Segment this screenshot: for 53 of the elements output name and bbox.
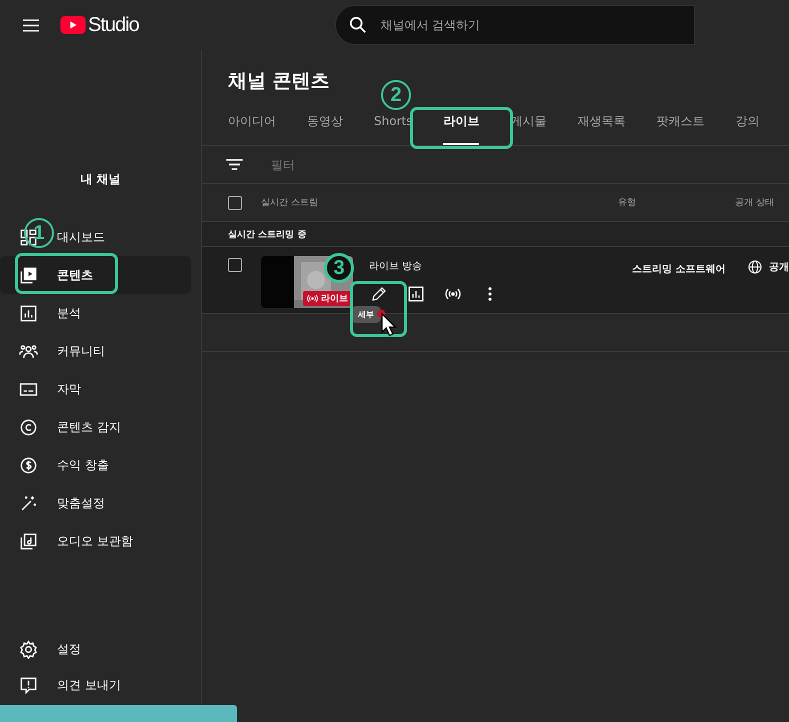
tab[interactable]: 라이브	[443, 98, 480, 145]
filter-icon[interactable]	[226, 159, 243, 170]
bar-chart-icon[interactable]	[407, 285, 425, 303]
tab[interactable]: 재생목록	[577, 98, 626, 145]
sidebar-item[interactable]: 분석	[57, 304, 81, 322]
bar-chart-icon	[19, 304, 38, 322]
channel-label: 내 채널	[79, 171, 122, 188]
checkbox[interactable]	[228, 258, 242, 272]
logo-text: Studio	[88, 14, 139, 36]
sidebar-item[interactable]: 맞춤설정	[57, 494, 105, 512]
tab[interactable]: 팟캐스트	[656, 98, 704, 145]
video-title[interactable]: 라이브 방송	[369, 259, 422, 273]
search-bar[interactable]: 채널에서 검색하기	[334, 5, 695, 45]
sidebar-item[interactable]: 오디오 보관함	[57, 532, 133, 550]
tab[interactable]: 아이디어	[228, 98, 276, 145]
sidebar-item[interactable]: 대시보드	[57, 228, 105, 246]
search-icon	[348, 16, 367, 34]
cursor-drawing	[377, 308, 397, 338]
broadcast-icon	[307, 294, 318, 303]
menu-icon[interactable]	[23, 18, 39, 32]
feedback-icon	[19, 676, 38, 694]
tab[interactable]: 동영상	[307, 98, 343, 145]
tab[interactable]: 강의	[735, 98, 760, 145]
page-title: 채널 콘텐츠	[228, 69, 330, 94]
video-library-icon	[19, 266, 38, 284]
filter-field[interactable]: 필터	[269, 156, 473, 172]
column-header: 공개 상태	[735, 197, 774, 209]
settings-icon	[19, 640, 38, 658]
tab[interactable]: 게시물	[510, 98, 546, 145]
globe-icon	[747, 259, 763, 275]
badge-label: 라이브	[321, 293, 348, 305]
pencil-icon[interactable]	[370, 285, 388, 303]
play-logo-icon	[60, 16, 86, 34]
visibility-cell-text: 공개	[769, 261, 789, 274]
sidebar-item[interactable]: 설정	[0, 631, 191, 667]
column-header: 실시간 스트림	[261, 197, 319, 209]
sidebar-item[interactable]: 커뮤니티	[57, 342, 105, 360]
sidebar-item[interactable]: 자막	[57, 380, 81, 398]
sidebar-item[interactable]: 수익 창출	[57, 456, 109, 474]
sidebar-item[interactable]: 콘텐츠 감지	[57, 418, 121, 436]
music-library-icon	[19, 532, 38, 550]
sidebar-item[interactable]: 콘텐츠	[0, 256, 191, 294]
checkbox[interactable]	[228, 196, 242, 210]
step-number: 1	[24, 218, 54, 248]
search-field[interactable]: 채널에서 검색하기	[378, 17, 643, 33]
dollar-icon	[19, 456, 38, 474]
magic-wand-icon	[19, 494, 38, 512]
column-header: 유형	[618, 197, 637, 209]
section-title: 실시간 스트리밍 중	[228, 228, 306, 240]
step-number: 2	[381, 80, 411, 110]
copyright-icon	[19, 418, 38, 436]
sidebar-item[interactable]: 의견 보내기	[0, 667, 191, 703]
type-cell-text: 스트리밍 소프트웨어	[632, 263, 726, 276]
